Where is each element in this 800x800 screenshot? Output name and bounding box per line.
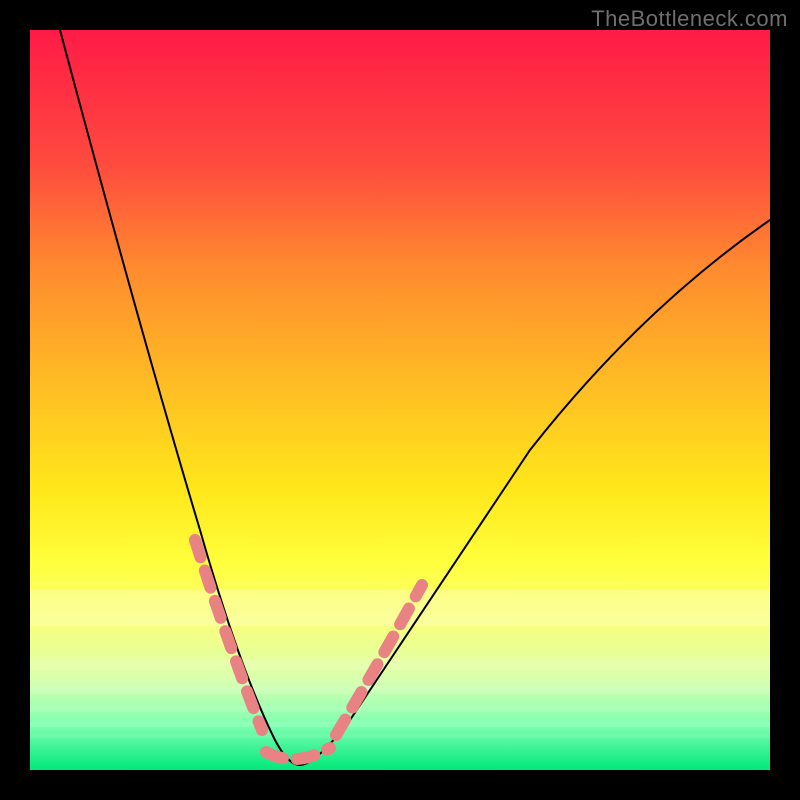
plot-area <box>30 30 770 770</box>
right-dash-segment <box>336 585 422 735</box>
chart-frame: TheBottleneck.com <box>0 0 800 800</box>
curve-svg <box>30 30 770 770</box>
left-dash-segment <box>195 540 262 730</box>
watermark-text: TheBottleneck.com <box>591 6 788 32</box>
bottleneck-curve <box>60 30 770 765</box>
